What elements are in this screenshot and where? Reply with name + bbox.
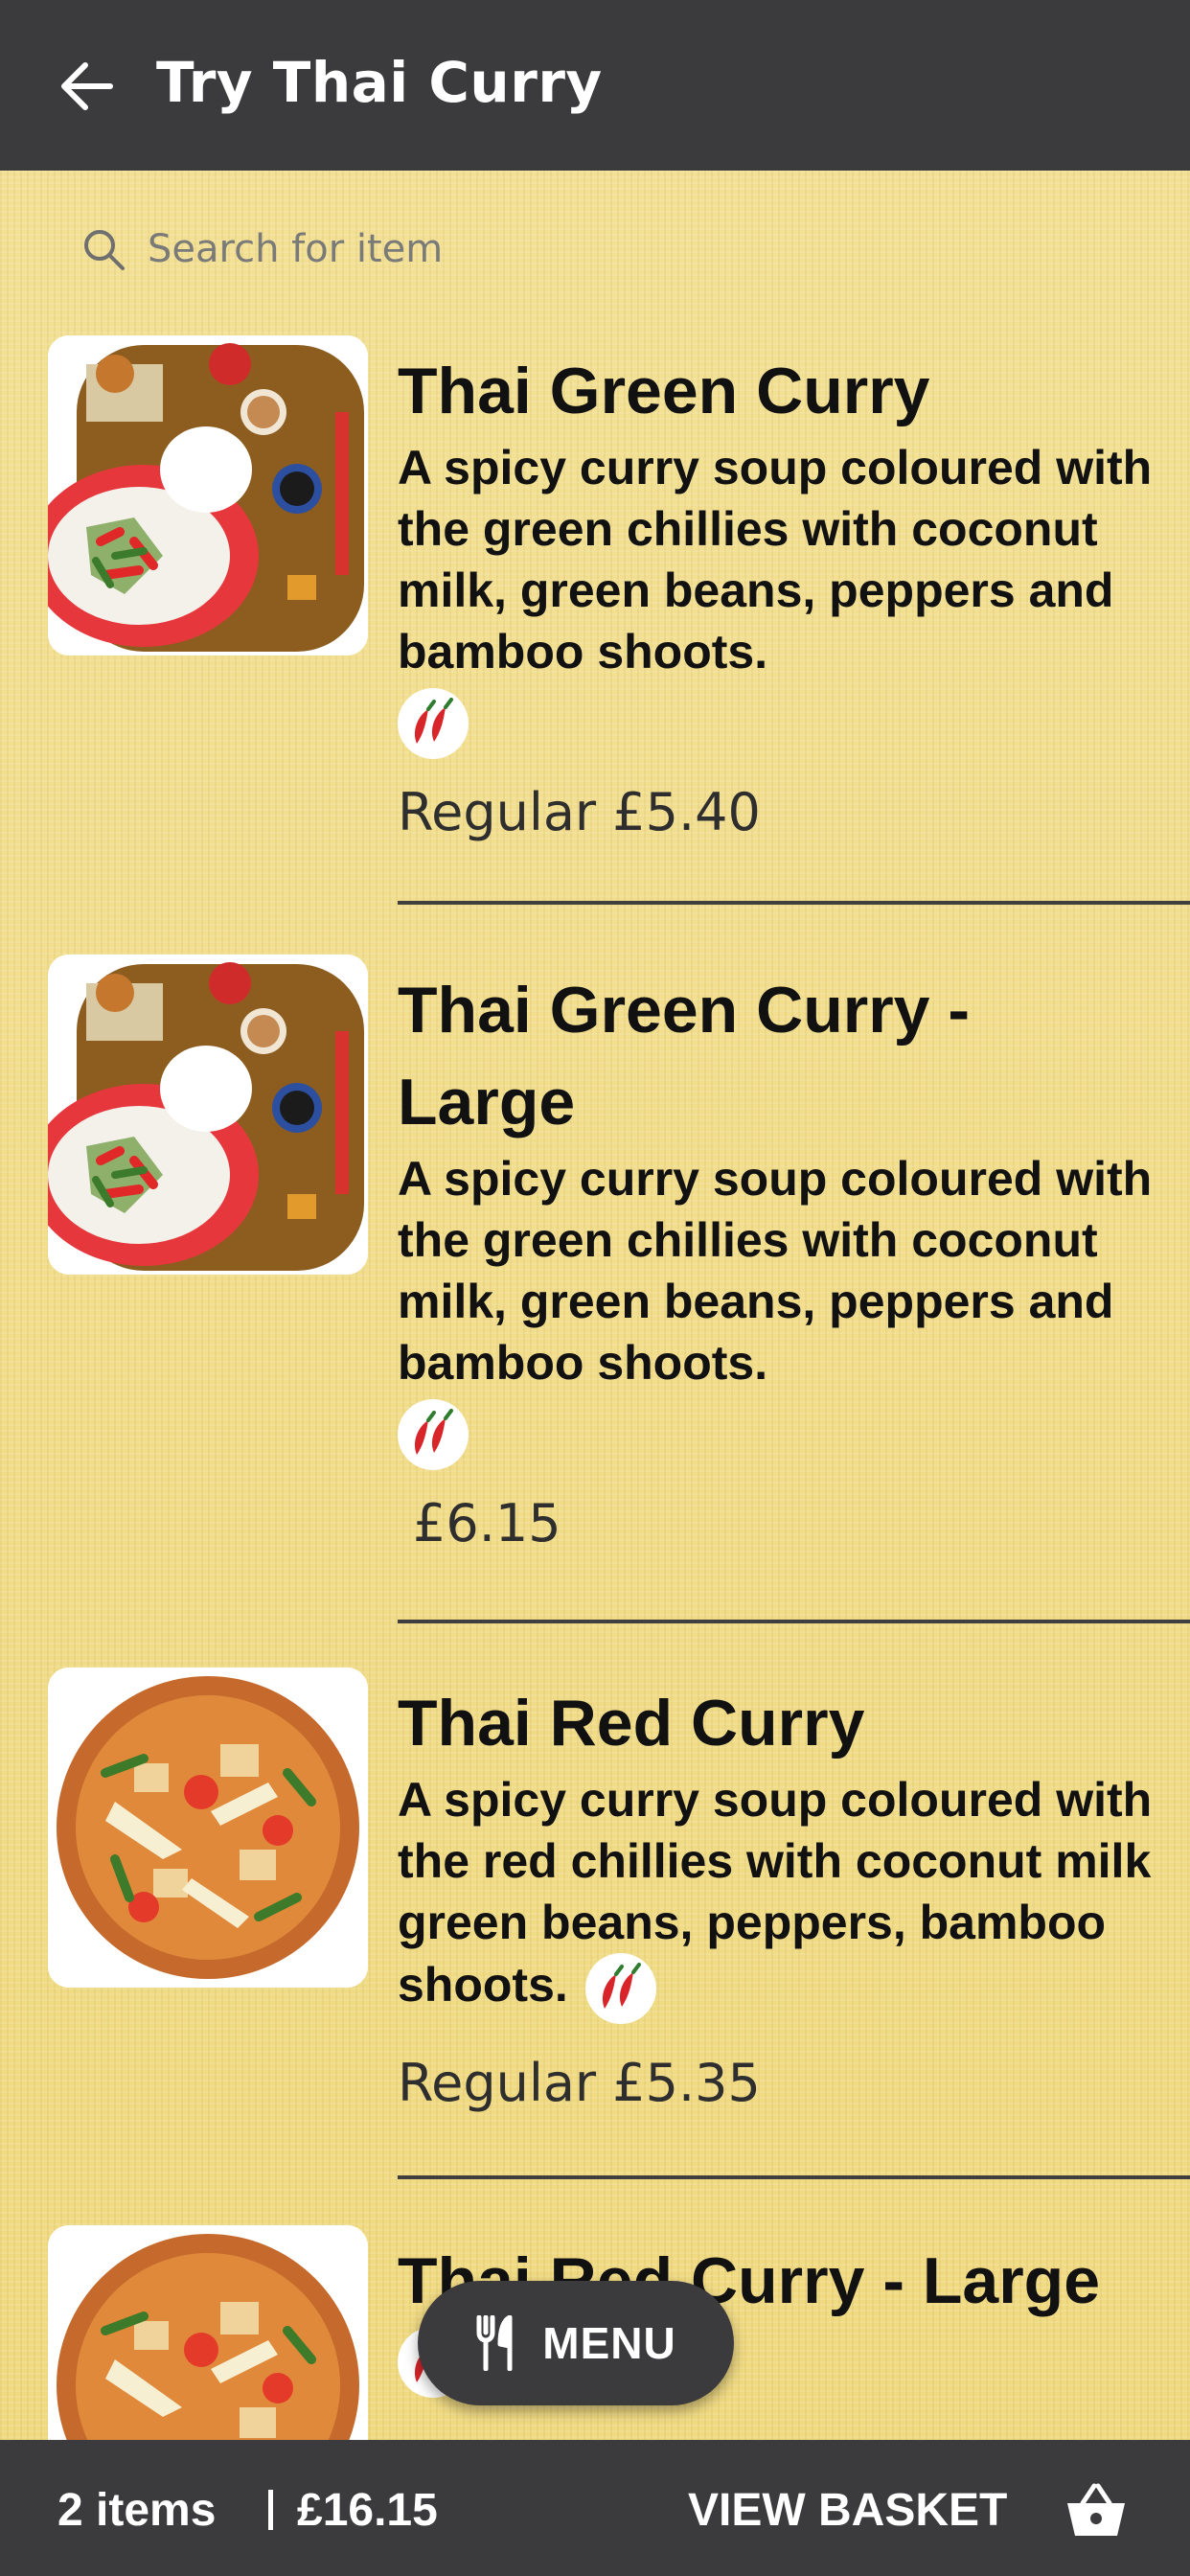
item-price: Regular £5.35: [398, 2053, 761, 2113]
app-bar: Try Thai Curry: [0, 0, 1190, 171]
basket-bar[interactable]: 2 items £16.15 VIEW BASKET: [0, 2440, 1190, 2576]
search-icon: [84, 230, 125, 270]
item-name: Thai Red Curry: [398, 1687, 865, 1760]
divider: [398, 901, 1190, 905]
divider: [398, 1620, 1190, 1623]
green-curry-image: [48, 335, 368, 656]
item-price: Regular £5.40: [398, 782, 761, 842]
chilli-icon: [584, 1953, 656, 2024]
item-description: A spicy curry soup coloured with the gre…: [398, 1152, 1153, 1390]
divider: [398, 2175, 1190, 2179]
item-name: Thai Green Curry - Large: [398, 974, 971, 1138]
item-name: Thai Green Curry: [398, 355, 930, 427]
item-details: Thai Green Curry - Large A spicy curry s…: [398, 964, 1164, 1553]
menu-button-label: MENU: [542, 2318, 676, 2368]
basket-separator: [268, 2490, 273, 2530]
basket-item-count: 2 items: [57, 2485, 217, 2536]
basket-icon: [1067, 2483, 1125, 2536]
item-details: Thai Green Curry A spicy curry soup colo…: [398, 345, 1164, 842]
search-bar[interactable]: [80, 213, 751, 286]
chilli-icon: [398, 688, 469, 759]
item-price: £6.15: [413, 1493, 561, 1553]
menu-button[interactable]: MENU: [418, 2281, 734, 2405]
item-description-text: A spicy curry soup coloured with the red…: [398, 1773, 1153, 2012]
item-description: A spicy curry soup coloured with the gre…: [398, 441, 1153, 678]
back-button[interactable]: [38, 38, 134, 134]
arrow-left-icon: [61, 62, 113, 110]
page-title: Try Thai Curry: [156, 50, 603, 115]
basket-total: £16.15: [297, 2485, 438, 2536]
item-description: A spicy curry soup coloured with the red…: [398, 1769, 1164, 2024]
green-curry-image: [48, 954, 368, 1275]
chilli-icon: [398, 1399, 469, 1470]
item-details: Thai Red Curry A spicy curry soup colour…: [398, 1677, 1164, 2113]
view-basket-button[interactable]: VIEW BASKET: [688, 2484, 1007, 2537]
search-input[interactable]: [148, 227, 722, 271]
red-curry-image: [48, 1668, 368, 1988]
fork-knife-icon: [476, 2315, 513, 2371]
